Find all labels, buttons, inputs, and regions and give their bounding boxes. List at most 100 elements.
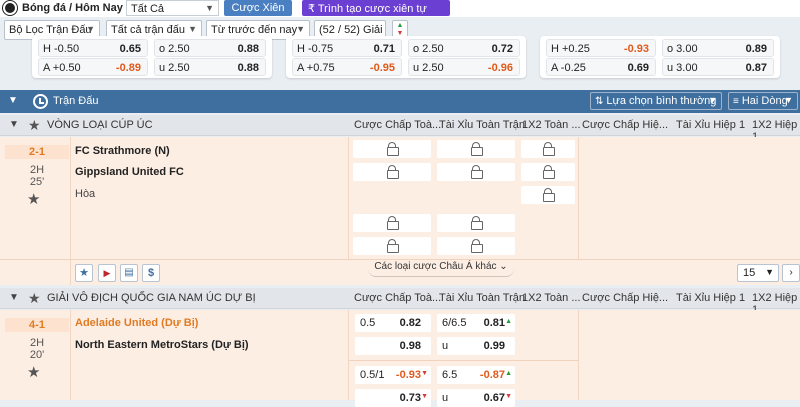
- column-header-ou-h1: Tài Xỉu Hiệp 1: [676, 119, 746, 131]
- away-team: Gippsland United FC: [75, 166, 184, 178]
- divider: [0, 259, 800, 260]
- match-period: 2H: [29, 337, 45, 349]
- chevron-down-icon: ▼: [296, 24, 305, 34]
- soccer-ball-icon: [3, 1, 17, 15]
- list-icon: ≡: [733, 96, 739, 107]
- chevron-down-icon: ⌄: [499, 261, 508, 272]
- locked-odds-cell: [521, 186, 575, 204]
- column-header-1x2-ft: 1X2 Toàn ...: [522, 119, 581, 131]
- odds-down-icon: ▼: [421, 393, 428, 400]
- league-name: GIẢI VÔ ĐỊCH QUỐC GIA NAM ÚC DỰ BỊ: [47, 292, 256, 304]
- favorite-star-icon[interactable]: ★: [75, 264, 93, 282]
- odds-cell[interactable]: H -0.75 0.71: [292, 39, 402, 57]
- league-header[interactable]: ▼ ★ VÒNG LOẠI CÚP ÚC Cược Chấp Toà... Tà…: [0, 115, 800, 143]
- divider: [70, 137, 71, 285]
- star-icon[interactable]: ★: [28, 290, 41, 307]
- handicap-odds-cell[interactable]: 0.98: [355, 337, 431, 355]
- odds-cell[interactable]: A +0.50 -0.89: [38, 58, 148, 76]
- locked-odds-cell: [437, 214, 515, 232]
- locked-odds-cell: [437, 237, 515, 255]
- column-header-ou-h1: Tài Xỉu Hiệp 1: [676, 292, 746, 304]
- chevron-down-icon: ▼: [708, 95, 717, 105]
- column-header-ou-ft: Tài Xỉu Toàn Trận: [439, 292, 526, 304]
- locked-odds-cell: [353, 140, 431, 158]
- clock-icon: [33, 94, 48, 109]
- match-period: 2H: [29, 164, 45, 176]
- more-bet-types-button[interactable]: Các loại cược Châu Á khác ⌄: [368, 261, 514, 277]
- locked-odds-cell: [353, 237, 431, 255]
- odds-card: H +0.25 -0.93 o 3.00 0.89 A -0.25 0.69 u 3.…: [540, 36, 780, 78]
- market-select[interactable]: Tất Cả ▼: [126, 0, 219, 16]
- away-team: North Eastern MetroStars (Dự Bị): [75, 339, 249, 351]
- match-minute: 25': [29, 176, 45, 188]
- locked-odds-cell: [521, 140, 575, 158]
- league-name: VÒNG LOẠI CÚP ÚC: [47, 119, 153, 131]
- page-size-select[interactable]: 15 ▼: [737, 264, 779, 282]
- odds-cell[interactable]: u 3.00 0.87: [662, 58, 774, 76]
- divider: [70, 310, 71, 400]
- lock-icon: [543, 188, 555, 202]
- lock-icon: [471, 216, 483, 230]
- collapse-chevron-icon[interactable]: ▼: [8, 95, 18, 106]
- lock-icon: [471, 165, 483, 179]
- match-minute: 20': [29, 349, 45, 361]
- odds-cell[interactable]: A +0.75 -0.95: [292, 58, 402, 76]
- stats-icon[interactable]: ▤: [120, 264, 138, 282]
- parlay-button[interactable]: Cược Xiên: [224, 0, 292, 16]
- odds-cell[interactable]: H +0.25 -0.93: [546, 39, 656, 57]
- match-row: 4-1 2H 20' ★ Adelaide United (Dự Bị) Nor…: [0, 310, 800, 407]
- lock-icon: [471, 239, 483, 253]
- draw-label: Hòa: [75, 188, 96, 200]
- locked-odds-cell: [437, 140, 515, 158]
- chevron-down-icon: ▼: [205, 3, 214, 13]
- lock-icon: [387, 239, 399, 253]
- line-mode-select[interactable]: ≡ Hai Dòng ▼: [728, 92, 798, 110]
- collapse-chevron-icon[interactable]: ▼: [9, 119, 19, 130]
- live-stream-icon[interactable]: ▶: [98, 264, 116, 282]
- star-icon[interactable]: ★: [28, 117, 41, 134]
- match-score: 2-1: [5, 145, 69, 159]
- odds-cell[interactable]: u 2.50 0.88: [154, 58, 266, 76]
- lock-icon: [543, 165, 555, 179]
- dollar-icon[interactable]: $: [142, 264, 160, 282]
- sort-option-select[interactable]: ⇅ Lựa chọn bình thường ▼: [590, 92, 722, 110]
- handicap-odds-cell[interactable]: 0.5/1 -0.93 ▼: [355, 366, 431, 384]
- column-header-handicap-ft: Cược Chấp Toà...: [354, 119, 442, 131]
- column-header-handicap-ft: Cược Chấp Toà...: [354, 292, 442, 304]
- divider: [348, 310, 349, 400]
- chevron-down-icon: ▼: [765, 267, 774, 277]
- next-page-button[interactable]: ›: [782, 264, 800, 282]
- column-header-1x2-ft: 1X2 Toàn ...: [522, 292, 581, 304]
- divider: [578, 137, 579, 259]
- odds-cell[interactable]: A -0.25 0.69: [546, 58, 656, 76]
- auto-parlay-button[interactable]: ₹ Trình tạo cược xiên tự động: [302, 0, 450, 27]
- odds-cell[interactable]: o 3.00 0.89: [662, 39, 774, 57]
- league-header[interactable]: ▼ ★ GIẢI VÔ ĐỊCH QUỐC GIA NAM ÚC DỰ BỊ C…: [0, 288, 800, 316]
- collapse-chevron-icon[interactable]: ▼: [9, 292, 19, 303]
- sport-title: Bóng đá / Hôm Nay: [22, 2, 123, 14]
- odds-cell[interactable]: o 2.50 0.72: [408, 39, 520, 57]
- over-under-odds-cell[interactable]: u 0.99: [437, 337, 515, 355]
- favorite-star-icon[interactable]: ★: [27, 363, 40, 381]
- odds-card: H -0.75 0.71 o 2.50 0.72 A +0.75 -0.95 u 2.…: [286, 36, 526, 78]
- match-score: 4-1: [5, 318, 69, 332]
- lock-icon: [387, 165, 399, 179]
- column-header-handicap-h1: Cược Chấp Hiệ...: [582, 119, 669, 131]
- favorite-star-icon[interactable]: ★: [27, 190, 40, 208]
- over-under-odds-cell[interactable]: 6/6.5 0.81 ▲: [437, 314, 515, 332]
- matches-section-header: ▼ Trận Đấu ⇅ Lựa chọn bình thường ▼ ≡ Hai D…: [0, 90, 800, 113]
- odds-cell[interactable]: o 2.50 0.88: [154, 39, 266, 57]
- divider: [578, 310, 579, 400]
- handicap-odds-cell[interactable]: 0.73 ▼: [355, 389, 431, 407]
- lock-icon: [471, 142, 483, 156]
- odds-cell[interactable]: H -0.50 0.65: [38, 39, 148, 57]
- odds-down-icon: ▼: [421, 370, 428, 377]
- over-under-odds-cell[interactable]: 6.5 -0.87 ▲: [437, 366, 515, 384]
- over-under-odds-cell[interactable]: u 0.67 ▼: [437, 389, 515, 407]
- odds-down-icon: ▼: [505, 393, 512, 400]
- odds-cell[interactable]: u 2.50 -0.96: [408, 58, 520, 76]
- divider: [349, 360, 578, 361]
- lock-icon: [387, 142, 399, 156]
- chevron-down-icon: ▼: [188, 24, 197, 34]
- handicap-odds-cell[interactable]: 0.5 0.82: [355, 314, 431, 332]
